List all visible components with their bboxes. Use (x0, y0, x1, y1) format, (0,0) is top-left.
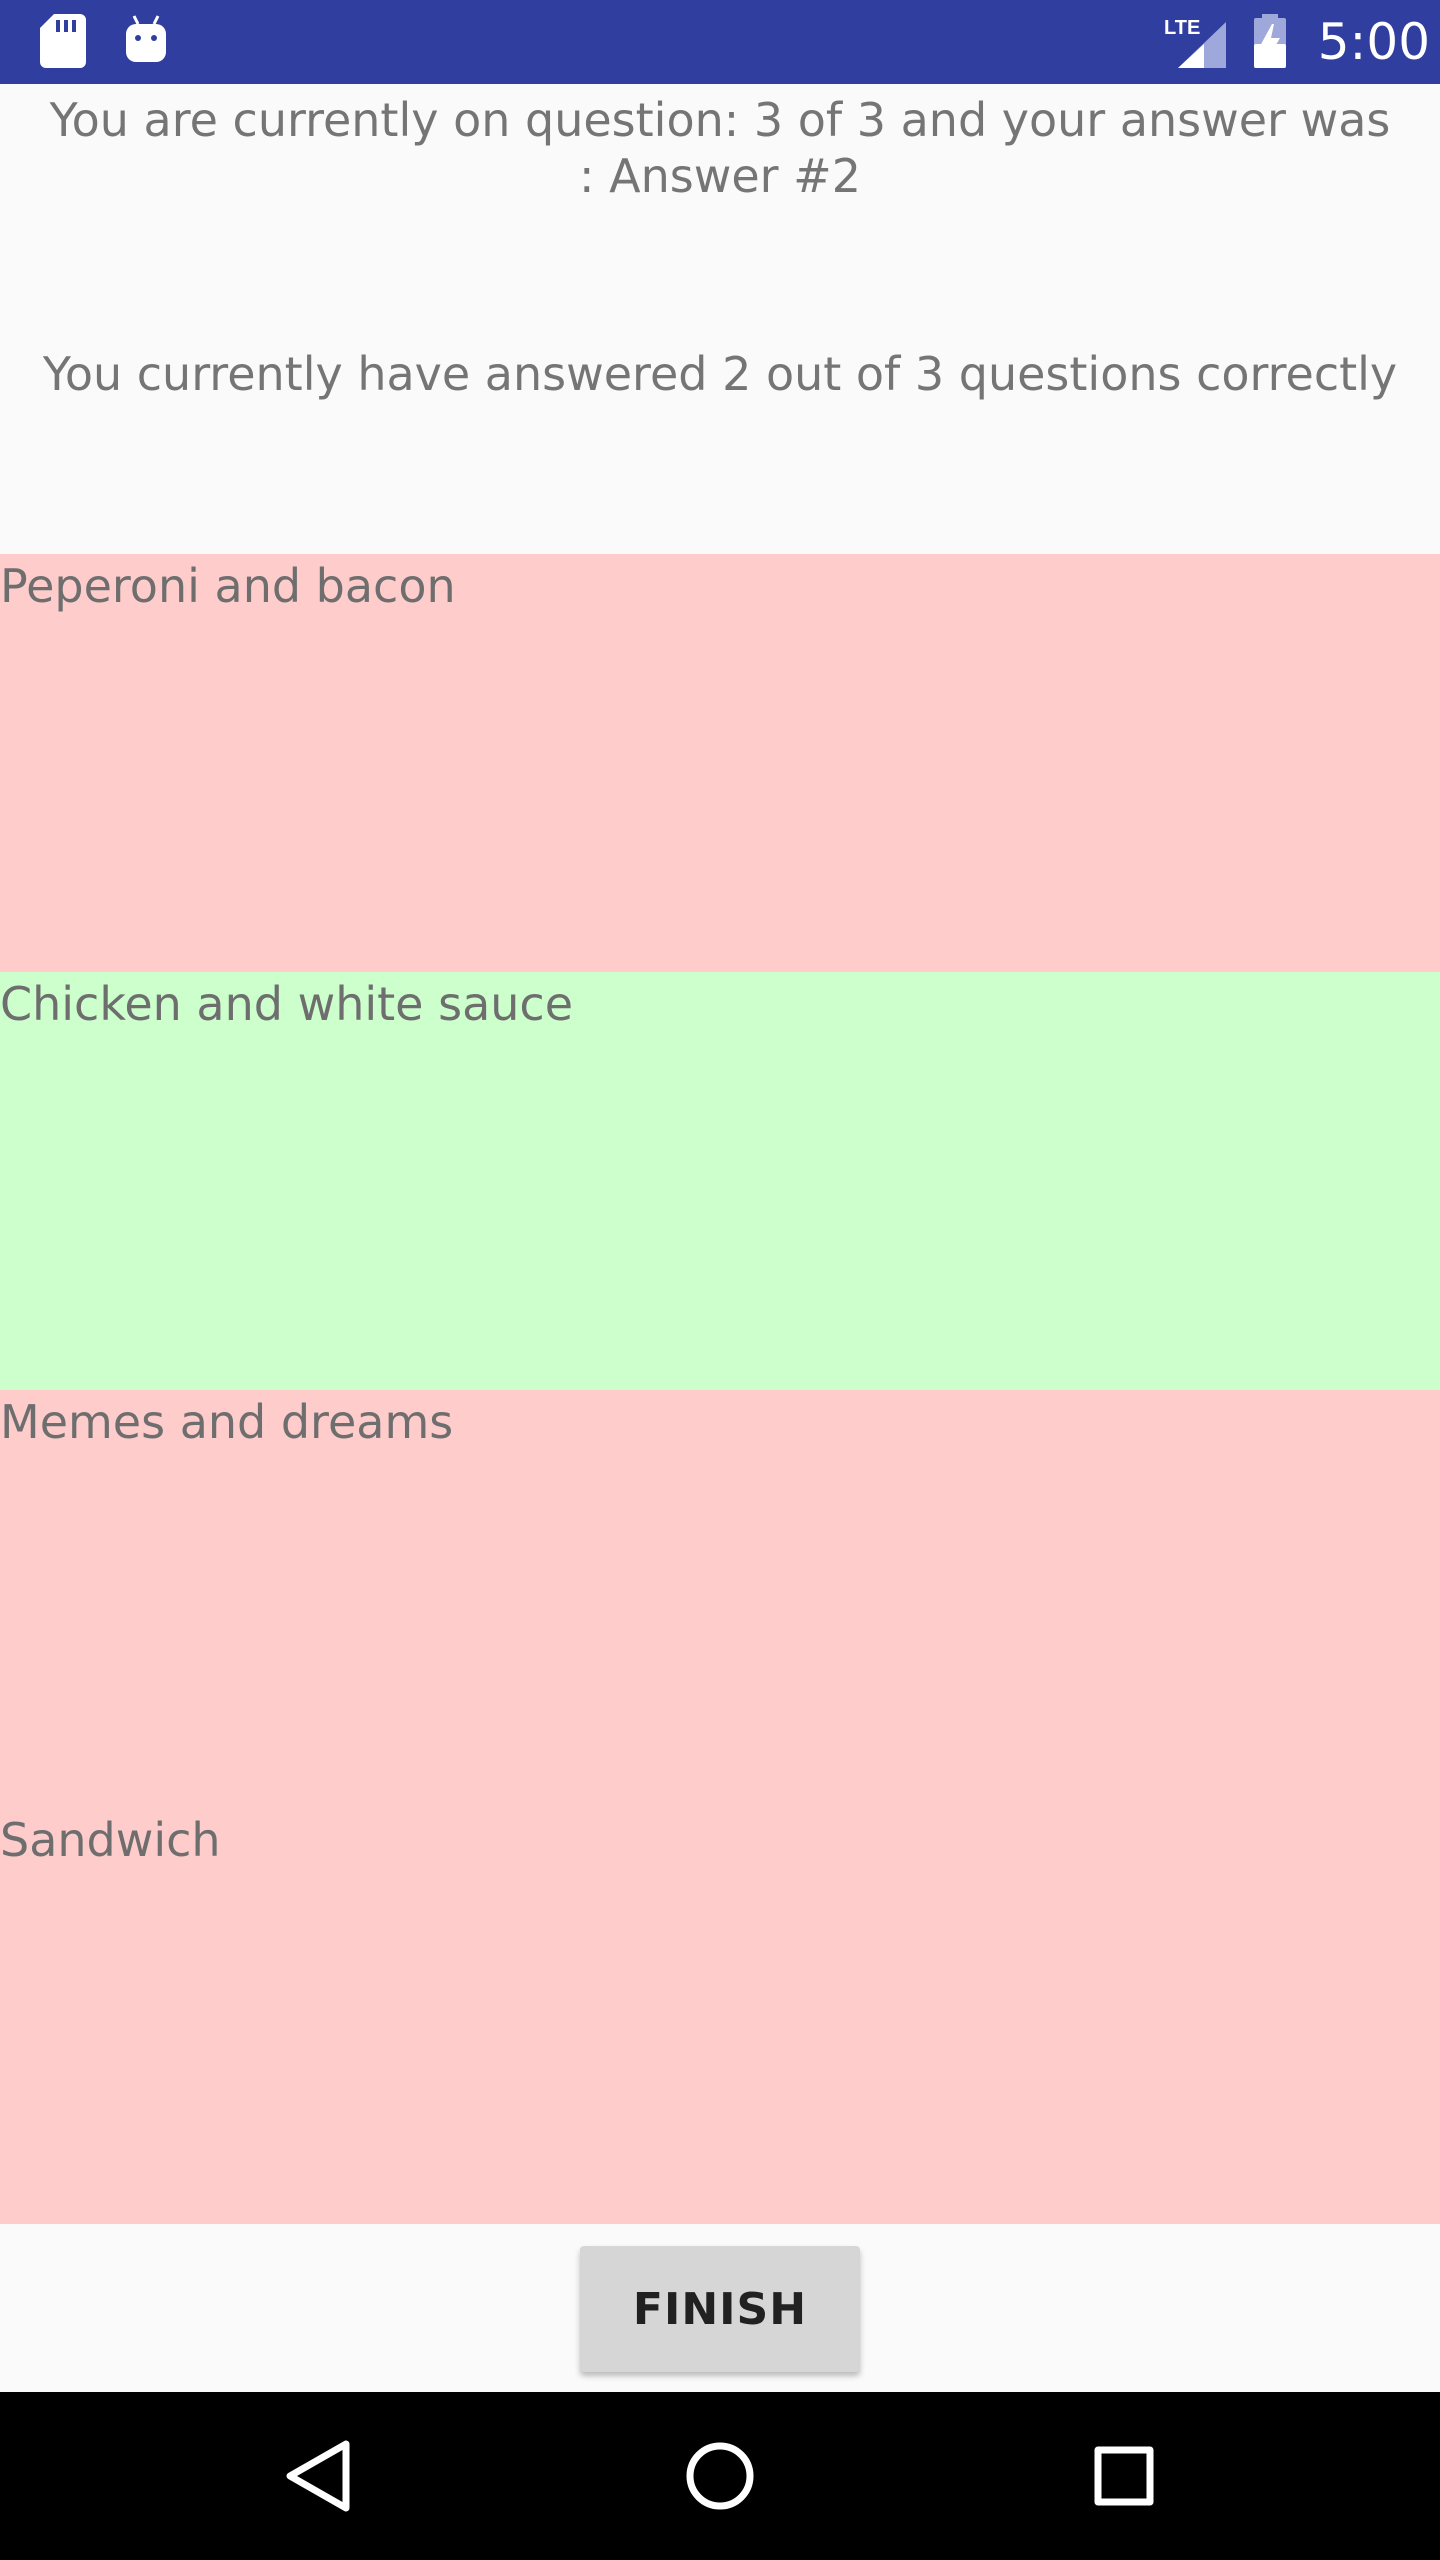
clock: 5:00 (1317, 13, 1430, 71)
home-icon[interactable] (670, 2426, 770, 2526)
sd-card-icon (40, 14, 86, 72)
answer-list: Peperoni and bacon Chicken and white sau… (0, 554, 1440, 2224)
question-status-text: You are currently on question: 3 of 3 an… (49, 93, 1391, 203)
lte-label: LTE (1164, 17, 1200, 39)
answer-option-4[interactable]: Sandwich (0, 1808, 1440, 2224)
battery-charging-icon (1252, 14, 1288, 72)
navigation-bar (0, 2392, 1440, 2560)
answer-option-3[interactable]: Memes and dreams (0, 1390, 1440, 1808)
lte-signal-icon: LTE (1164, 14, 1232, 74)
back-icon[interactable] (266, 2426, 366, 2526)
answer-option-1[interactable]: Peperoni and bacon (0, 554, 1440, 972)
quiz-screen: You are currently on question: 3 of 3 an… (0, 84, 1440, 2392)
status-bar: LTE 5:00 (0, 0, 1440, 84)
recents-icon[interactable] (1074, 2426, 1174, 2526)
android-icon (124, 14, 168, 68)
answer-option-2[interactable]: Chicken and white sauce (0, 972, 1440, 1390)
score-status-text: You currently have answered 2 out of 3 q… (42, 347, 1398, 401)
finish-button[interactable]: FINISH (580, 2246, 860, 2372)
